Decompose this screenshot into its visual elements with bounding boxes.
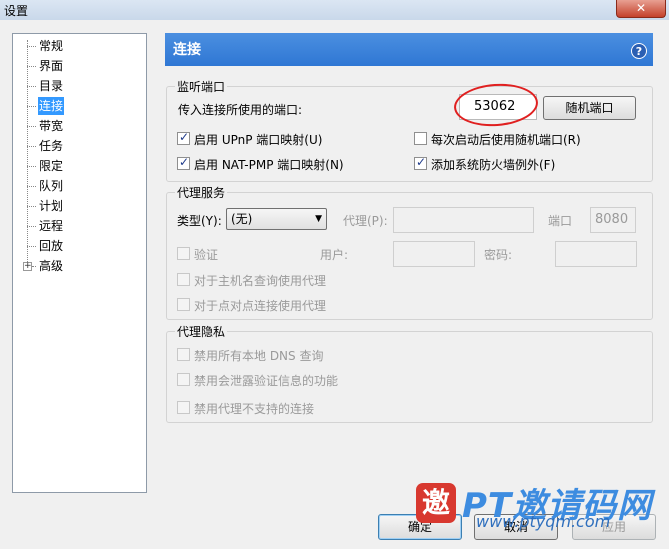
natpmp-label: 启用 NAT-PMP 端口映射(N) xyxy=(194,158,344,172)
watermark-url: www.ptyqm.com xyxy=(476,512,611,531)
tree-item-limits[interactable]: 限定 xyxy=(38,157,64,175)
proxy-host-label: 代理(P): xyxy=(343,214,388,228)
tree-item-bandwidth[interactable]: 带宽 xyxy=(38,117,64,135)
upnp-label: 启用 UPnP 端口映射(U) xyxy=(194,133,323,147)
proxy-port-input[interactable]: 8080 xyxy=(590,207,636,233)
firewall-checkbox[interactable] xyxy=(414,155,427,170)
upnp-checkbox[interactable] xyxy=(177,130,190,145)
tree-item-schedule[interactable]: 计划 xyxy=(38,197,64,215)
proxy-host-input[interactable] xyxy=(393,207,534,233)
tree-item-remote[interactable]: 远程 xyxy=(38,217,64,235)
privacy-group-label: 代理隐私 xyxy=(175,323,228,340)
proxy-type-value: (无) xyxy=(231,212,253,226)
user-input[interactable] xyxy=(393,241,475,267)
random-on-start-checkbox[interactable] xyxy=(414,132,427,145)
random-port-button[interactable]: 随机端口 xyxy=(543,96,636,120)
tree-item-playback[interactable]: 回放 xyxy=(38,237,64,255)
tree-item-general[interactable]: 常规 xyxy=(38,37,64,55)
user-label: 用户: xyxy=(320,248,349,262)
proxy-type-select[interactable]: (无) ▼ xyxy=(226,208,327,230)
auth-label: 验证 xyxy=(194,248,219,262)
help-icon[interactable]: ? xyxy=(631,43,647,59)
chevron-down-icon: ▼ xyxy=(315,214,322,224)
port-label: 传入连接所使用的端口: xyxy=(178,103,303,117)
watermark-logo-icon: 邀 xyxy=(416,483,456,523)
title-bar: 设置 ✕ xyxy=(0,0,669,20)
close-icon: ✕ xyxy=(635,1,647,15)
disable-unsupported-checkbox[interactable] xyxy=(177,401,190,414)
tree-item-ui[interactable]: 界面 xyxy=(38,57,64,75)
proxy-group-label: 代理服务 xyxy=(175,184,228,201)
disable-unsupported-label: 禁用代理不支持的连接 xyxy=(194,402,315,416)
disable-leak-label: 禁用会泄露验证信息的功能 xyxy=(194,374,339,388)
proxy-hostname-checkbox[interactable] xyxy=(177,273,190,286)
tree-item-advanced[interactable]: 高级 xyxy=(38,257,64,275)
proxy-peer-label: 对于点对点连接使用代理 xyxy=(194,299,327,313)
proxy-hostname-label: 对于主机名查询使用代理 xyxy=(194,274,327,288)
settings-tree[interactable]: 常规 界面 目录 连接 带宽 任务 限定 队列 计划 远程 回放 + 高级 xyxy=(12,33,147,493)
tree-item-directories[interactable]: 目录 xyxy=(38,77,64,95)
natpmp-checkbox[interactable] xyxy=(177,155,190,170)
random-on-start-label: 每次启动后使用随机端口(R) xyxy=(431,133,581,147)
page-header: 连接 ? xyxy=(165,33,653,66)
tree-item-queue[interactable]: 队列 xyxy=(38,177,64,195)
proxy-type-label: 类型(Y): xyxy=(177,214,222,228)
auth-checkbox[interactable] xyxy=(177,247,190,260)
disable-dns-checkbox[interactable] xyxy=(177,348,190,361)
page-title: 连接 xyxy=(173,42,201,58)
password-label: 密码: xyxy=(484,248,513,262)
disable-dns-label: 禁用所有本地 DNS 查询 xyxy=(194,349,324,363)
proxy-port-label: 端口 xyxy=(548,214,573,228)
firewall-label: 添加系统防火墙例外(F) xyxy=(431,158,556,172)
password-input[interactable] xyxy=(555,241,637,267)
disable-leak-checkbox[interactable] xyxy=(177,373,190,386)
proxy-peer-checkbox[interactable] xyxy=(177,298,190,311)
window-title: 设置 xyxy=(4,4,29,18)
expand-icon[interactable]: + xyxy=(23,262,32,271)
listen-port-group-label: 监听端口 xyxy=(175,78,228,95)
tree-item-tasks[interactable]: 任务 xyxy=(38,137,64,155)
tree-item-connection[interactable]: 连接 xyxy=(38,97,65,115)
close-button[interactable]: ✕ xyxy=(616,0,666,18)
